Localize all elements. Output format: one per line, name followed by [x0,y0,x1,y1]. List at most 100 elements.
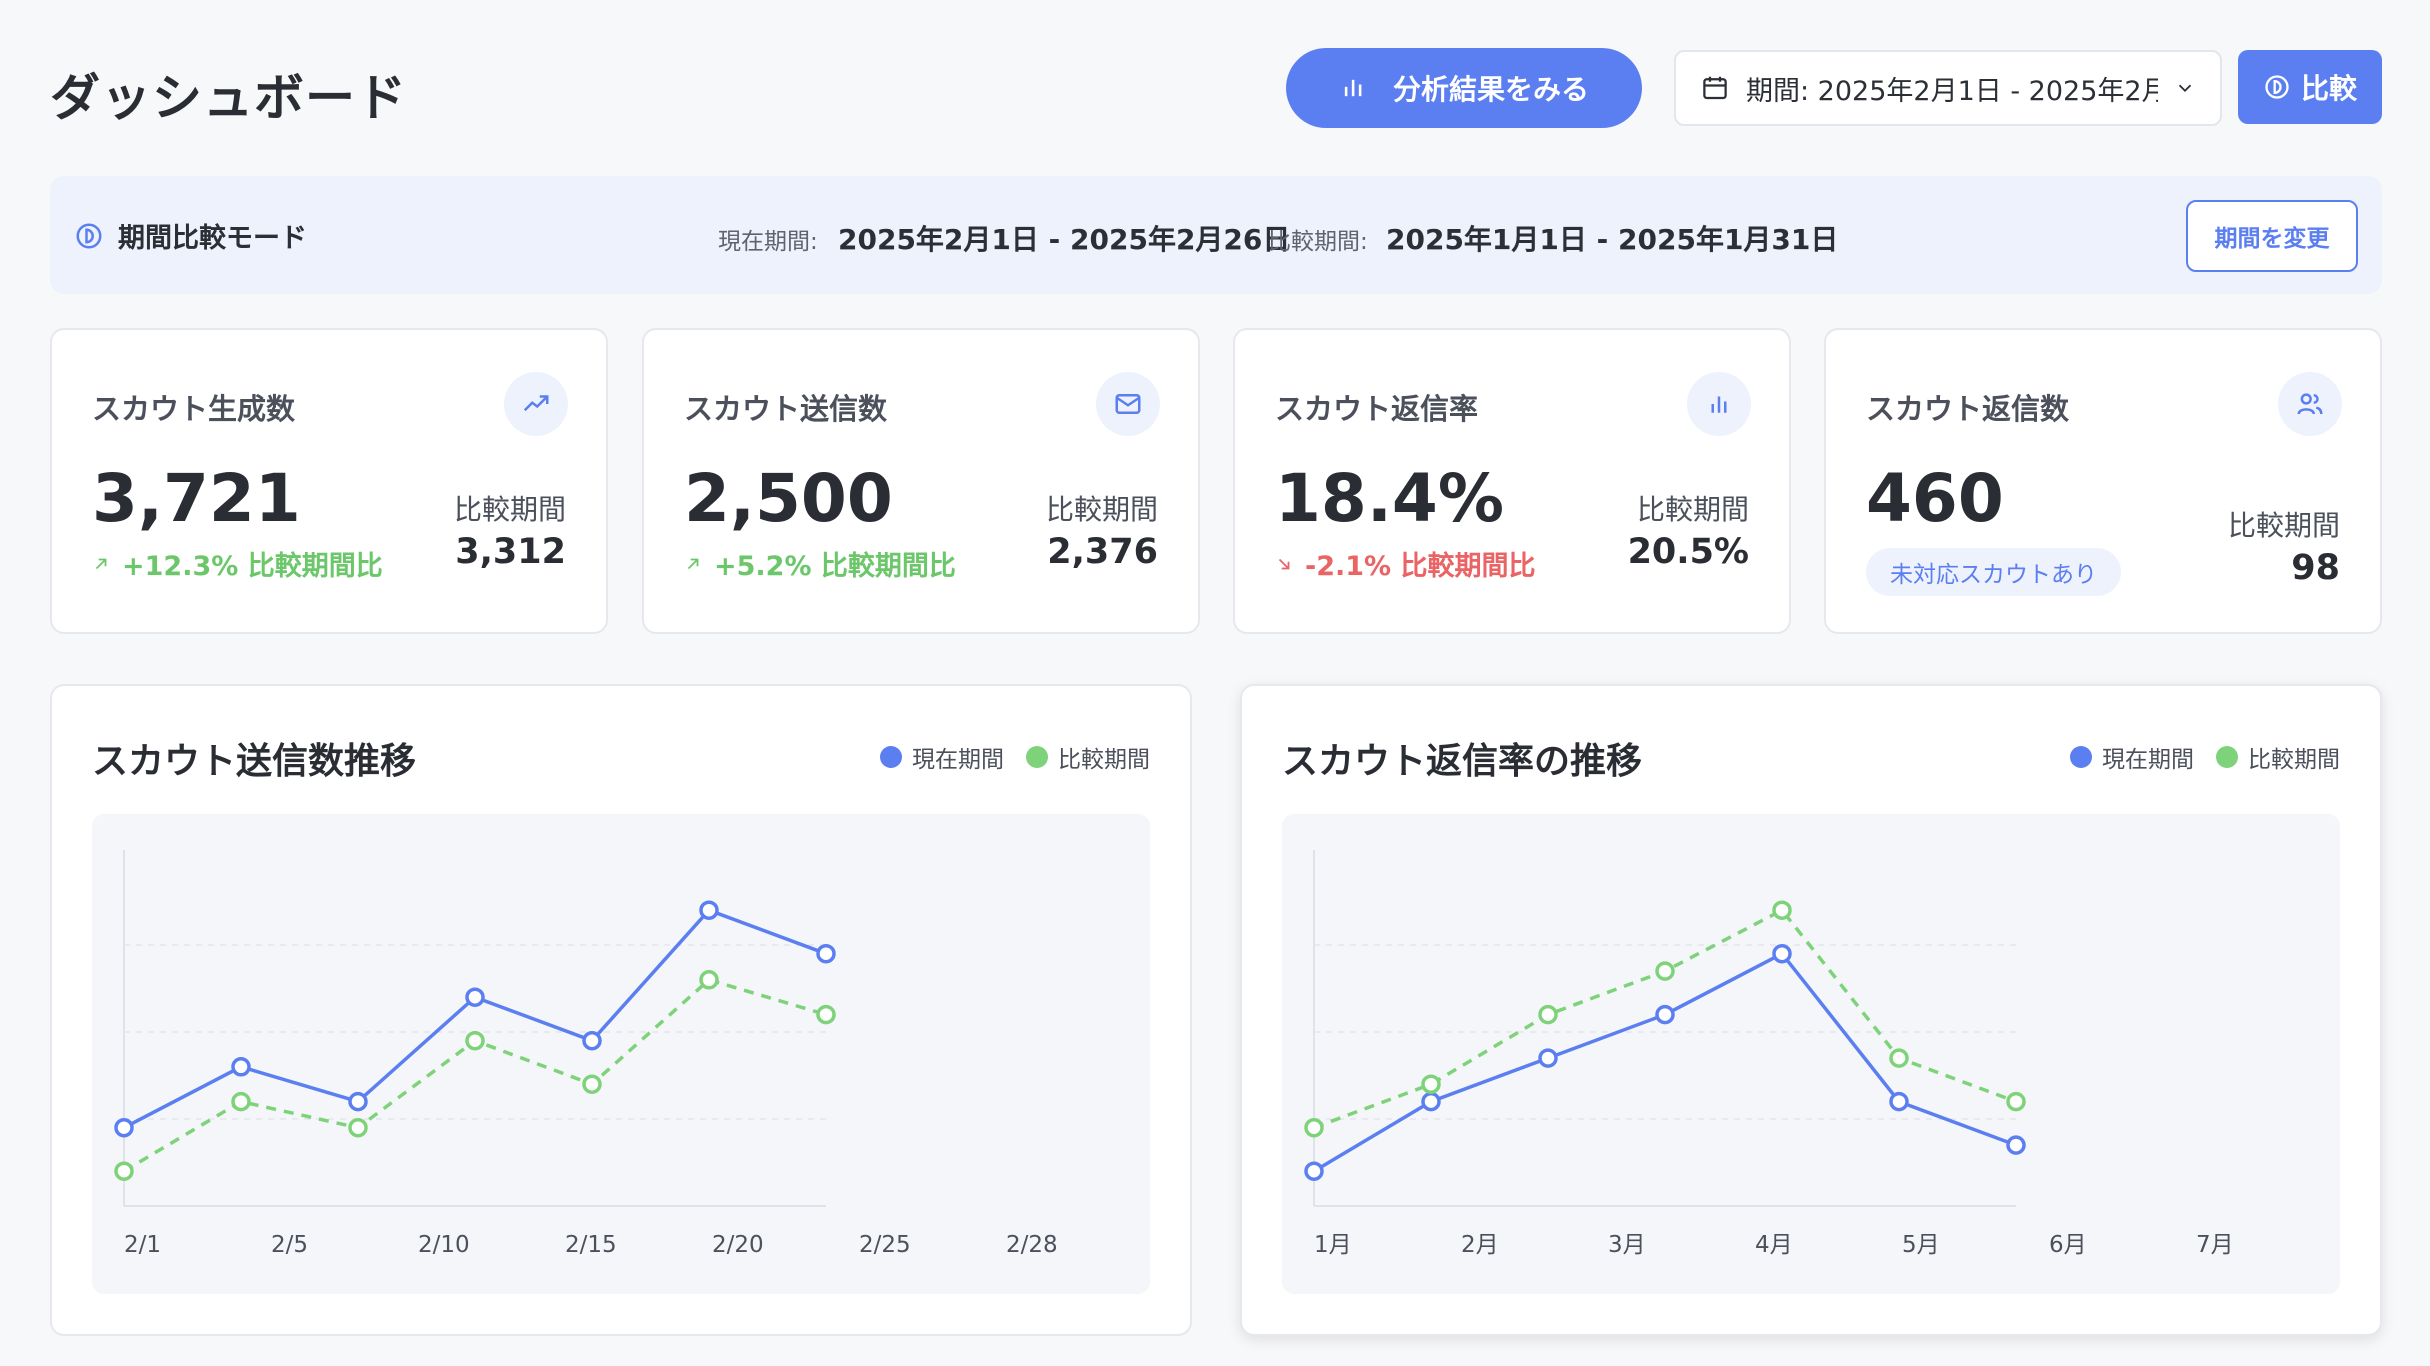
x-tick-label: 2月 [1461,1232,1499,1258]
data-point [2006,1091,2026,1112]
x-tick-label: 2/1 [124,1232,161,1258]
x-tick-label: 2/28 [1006,1232,1058,1258]
kpi-card-reply-rate: スカウト返信率 18.4% -2.1% 比較期間比 比較期間 20.5% [1233,328,1791,634]
users-icon [2278,372,2342,436]
legend-dot [2070,746,2092,768]
data-point [1304,1117,1324,1138]
data-point [816,1004,836,1025]
kpi-title: スカウト返信率 [1275,392,1479,426]
data-point [699,900,719,920]
data-point [231,1091,251,1112]
kpi-compare-label: 比較期間 [1636,493,1749,526]
data-point [1772,900,1792,920]
x-tick-label: 4月 [1755,1232,1793,1258]
trending-up-icon [504,372,568,436]
legend-dot [2216,746,2238,768]
series-line-current [123,908,827,1130]
calendar-icon [1703,76,1727,100]
compare-button[interactable]: 比較 [2238,50,2382,124]
series-line-current [1313,951,2017,1173]
data-point [1421,1091,1441,1112]
compare-icon [2265,75,2289,99]
x-tick-label: 7月 [2196,1232,2234,1258]
legend-dot [880,746,902,768]
data-point [1421,1074,1441,1094]
period-select[interactable]: 期間: 2025年2月1日 - 2025年2月 [1674,50,2222,126]
line-chart: 1月 2月 3月 4月 5月 6月 7月 [1304,850,2234,1258]
compare-mode-banner: 期間比較モード 現在期間: 2025年2月1日 - 2025年2月26日 比較期… [50,176,2382,294]
x-tick-label: 2/20 [712,1232,764,1258]
kpi-title: スカウト送信数 [684,392,888,426]
data-point [1538,1048,1558,1068]
arrow-up-right-icon [95,558,107,569]
kpi-change: +12.3% 比較期間比 [92,544,383,583]
data-point [114,1161,134,1181]
chart-card-reply-rate-trend: スカウト返信率の推移 現在期間 比較期間 1月 2月 3月 4月 5月 6月 7月 [1240,684,2382,1336]
compare-period-label: 比較期間: [1268,229,1368,255]
arrow-down-right-icon [1278,558,1290,569]
kpi-compare-label: 比較期間 [1045,493,1158,526]
current-period-label: 現在期間: [718,229,818,255]
kpi-compare-value: 98 [2291,548,2340,588]
data-point [348,1117,368,1138]
chart-card-sent-trend: スカウト送信数推移 現在期間 比較期間 2/1 2/5 2/10 2/15 2/20 2/… [50,684,1192,1336]
data-point [1655,961,1675,981]
data-point [582,1030,602,1051]
arrow-up-right-icon [687,558,699,569]
legend-item-current: 現在期間 [880,740,1004,774]
kpi-value: 3,721 [92,460,301,537]
analyze-results-label: 分析結果をみる [1392,73,1589,106]
pending-scout-badge: 未対応スカウトあり [1866,548,2121,596]
legend-label: 比較期間 [2248,747,2340,773]
data-point [1772,943,1792,964]
data-point [465,1030,485,1051]
bar-chart-icon [1344,79,1362,97]
legend-item-compare: 比較期間 [2216,740,2340,774]
current-period-value: 2025年2月1日 - 2025年2月26日 [838,223,1291,256]
kpi-value: 18.4% [1275,460,1504,537]
page-title: ダッシュボード [50,69,407,127]
legend-label: 現在期間 [2102,747,2194,773]
data-point [1889,1048,1909,1068]
compare-button-label: 比較 [2300,72,2357,105]
chart-legend: 現在期間 比較期間 [2070,740,2340,774]
kpi-value: 2,500 [684,460,893,537]
data-point [1538,1004,1558,1025]
data-point [465,987,485,1007]
compare-mode-indicator: 期間比較モード [74,216,307,255]
x-tick-label: 5月 [1902,1232,1940,1258]
kpi-compare-value: 2,376 [1047,532,1158,572]
data-point [582,1074,602,1094]
x-tick-label: 2/10 [418,1232,470,1258]
kpi-compare-value: 20.5% [1627,532,1749,572]
kpi-title: スカウト生成数 [92,392,296,426]
data-point [1304,1161,1324,1181]
chart-plot-area: 2/1 2/5 2/10 2/15 2/20 2/25 2/28 [92,814,1150,1294]
kpi-change-text: -2.1% 比較期間比 [1305,551,1536,582]
x-tick-label: 2/25 [859,1232,911,1258]
data-point [348,1091,368,1112]
analyze-results-button[interactable]: 分析結果をみる [1286,48,1642,128]
chart-legend: 現在期間 比較期間 [880,740,1150,774]
kpi-change: +5.2% 比較期間比 [684,544,956,583]
x-tick-label: 3月 [1608,1232,1646,1258]
chart-title: スカウト返信率の推移 [1282,741,1643,782]
data-point [1889,1091,1909,1112]
compare-period-value: 2025年1月1日 - 2025年1月31日 [1386,223,1839,256]
data-point [2006,1135,2026,1155]
change-period-button[interactable]: 期間を変更 [2186,200,2358,272]
kpi-change-text: +5.2% 比較期間比 [714,551,956,582]
period-select-label: 期間: 2025年2月1日 - 2025年2月 [1746,75,2158,107]
kpi-value: 460 [1866,460,2004,537]
series-line-compare [123,977,827,1173]
x-tick-label: 1月 [1314,1232,1352,1258]
data-point [1655,1004,1675,1025]
legend-label: 現在期間 [912,747,1004,773]
data-point [816,943,836,964]
legend-label: 比較期間 [1058,747,1150,773]
data-point [114,1117,134,1138]
x-tick-label: 2/5 [271,1232,308,1258]
kpi-compare-value: 3,312 [455,532,566,572]
kpi-card-reply-count: スカウト返信数 460 未対応スカウトあり 比較期間 98 [1824,328,2382,634]
data-point [699,970,719,990]
